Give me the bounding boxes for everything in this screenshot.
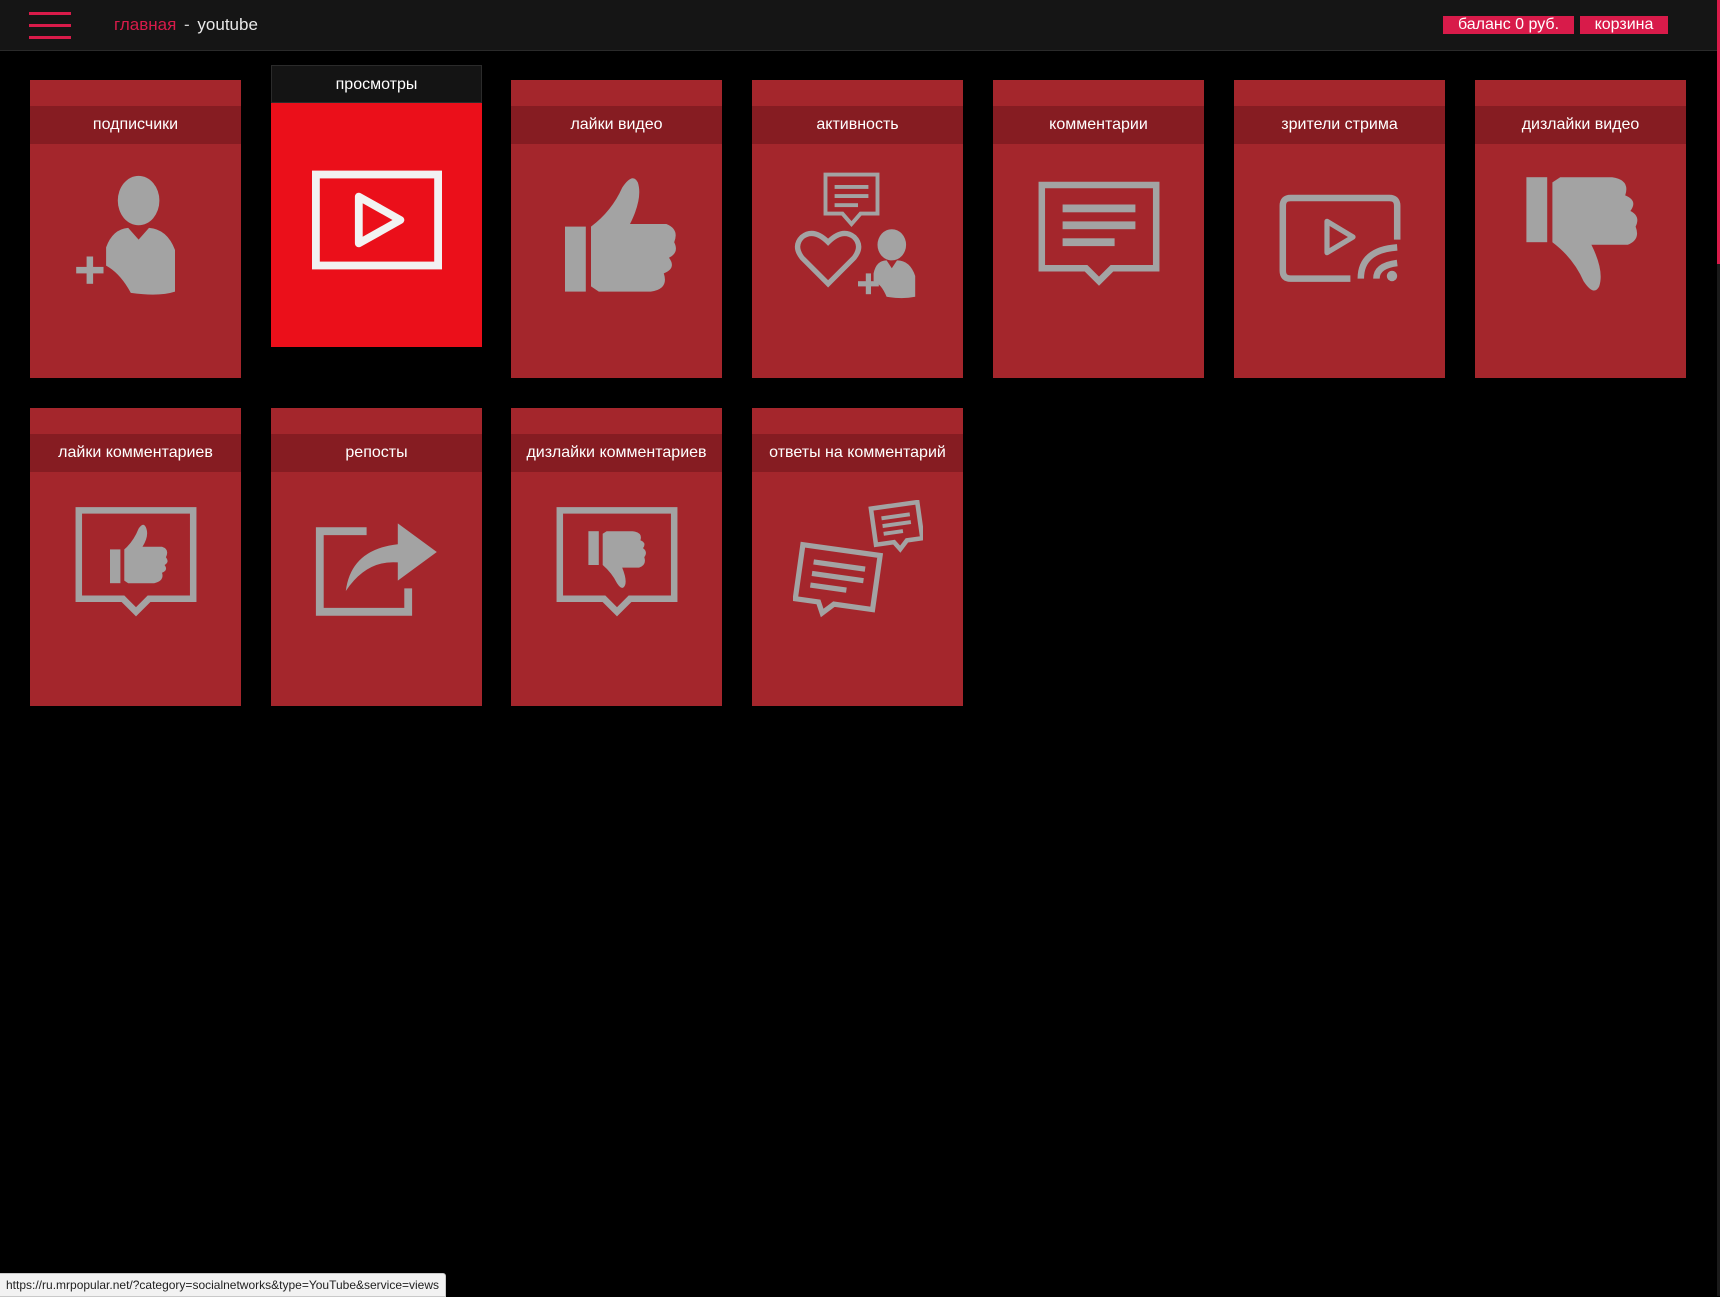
- service-card-title: ответы на комментарий: [752, 434, 963, 472]
- breadcrumb: главная - youtube: [114, 15, 258, 35]
- play-icon: [271, 103, 482, 347]
- service-card-title: репосты: [271, 434, 482, 472]
- add-user-icon: [30, 144, 241, 378]
- service-card-stream-viewers[interactable]: зрители стрима: [1234, 80, 1445, 378]
- activity-icon: [752, 144, 963, 378]
- thumbs-down-icon: [1475, 144, 1686, 378]
- stream-icon: [1234, 144, 1445, 378]
- share-icon: [271, 472, 482, 706]
- service-card-subscribers[interactable]: подписчики: [30, 80, 241, 378]
- comment-like-icon: [30, 472, 241, 706]
- service-card-video-dislikes[interactable]: дизлайки видео: [1475, 80, 1686, 378]
- breadcrumb-home-link[interactable]: главная: [114, 15, 176, 34]
- service-card-activity[interactable]: активность: [752, 80, 963, 378]
- service-card-comments[interactable]: комментарии: [993, 80, 1204, 378]
- service-card-views[interactable]: просмотры: [271, 65, 482, 347]
- comment-reply-icon: [752, 472, 963, 706]
- service-card-title: дизлайки комментариев: [511, 434, 722, 472]
- top-bar: главная - youtube баланс 0 руб. корзина: [0, 0, 1717, 51]
- hamburger-menu-icon[interactable]: [29, 12, 71, 39]
- comment-icon: [993, 144, 1204, 378]
- breadcrumb-current: youtube: [197, 15, 258, 34]
- service-card-title: комментарии: [993, 106, 1204, 144]
- service-card-comment-replies[interactable]: ответы на комментарий: [752, 408, 963, 706]
- comment-dislike-icon: [511, 472, 722, 706]
- cart-button[interactable]: корзина: [1580, 16, 1668, 34]
- service-card-title: лайки комментариев: [30, 434, 241, 472]
- balance-button[interactable]: баланс 0 руб.: [1443, 16, 1574, 34]
- service-card-title: дизлайки видео: [1475, 106, 1686, 144]
- service-card-comment-dislikes[interactable]: дизлайки комментариев: [511, 408, 722, 706]
- service-card-title: зрители стрима: [1234, 106, 1445, 144]
- breadcrumb-separator: -: [184, 15, 190, 34]
- service-card-reposts[interactable]: репосты: [271, 408, 482, 706]
- service-card-title: активность: [752, 106, 963, 144]
- thumbs-up-icon: [511, 144, 722, 378]
- service-card-title: лайки видео: [511, 106, 722, 144]
- service-card-video-likes[interactable]: лайки видео: [511, 80, 722, 378]
- service-card-comment-likes[interactable]: лайки комментариев: [30, 408, 241, 706]
- service-card-title: просмотры: [271, 65, 482, 103]
- status-bar-url: https://ru.mrpopular.net/?category=socia…: [0, 1273, 447, 1297]
- service-card-title: подписчики: [30, 106, 241, 144]
